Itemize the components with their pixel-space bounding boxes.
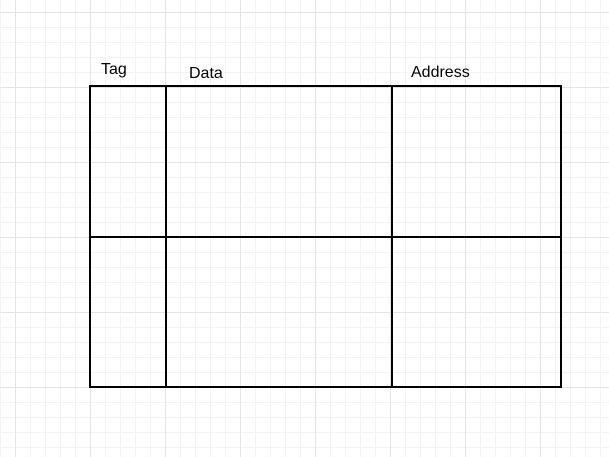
memory-table [89, 85, 562, 388]
row-divider [91, 236, 560, 238]
column-label-tag: Tag [101, 61, 127, 78]
column-label-address: Address [411, 64, 470, 81]
diagram-canvas: Tag Data Address [0, 0, 609, 457]
column-label-data: Data [189, 65, 223, 82]
